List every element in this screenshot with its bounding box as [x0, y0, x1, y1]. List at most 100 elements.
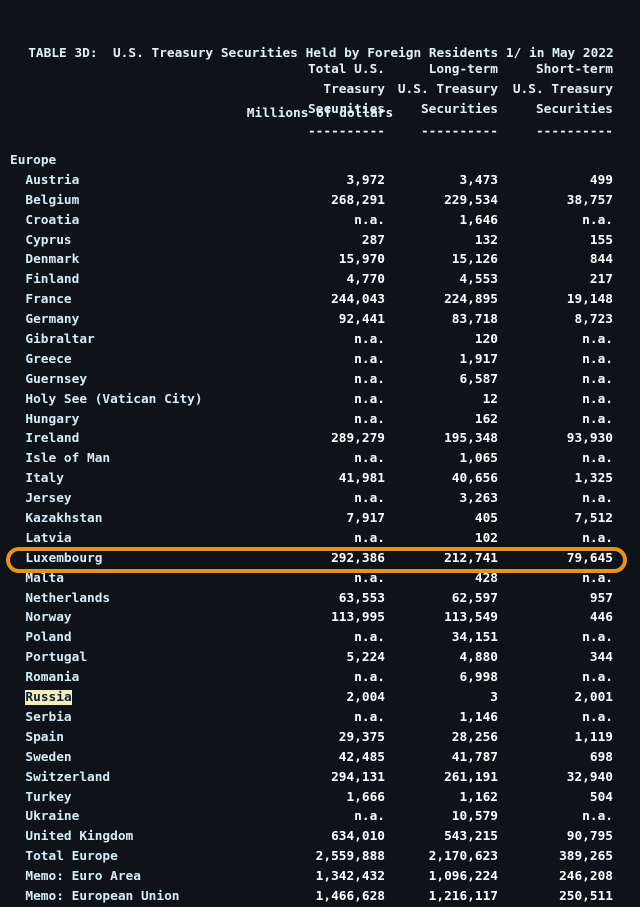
- table-row[interactable]: Italy 41,981 40,656 1,325: [0, 469, 640, 489]
- row-label[interactable]: Turkey: [10, 788, 71, 808]
- row-value-short_term: n.a.: [582, 391, 613, 407]
- table-row[interactable]: Finland 4,770 4,553 217: [0, 270, 640, 290]
- terminal-table-view: TABLE 3D: U.S. Treasury Securities Held …: [0, 0, 640, 904]
- row-label[interactable]: Portugal: [10, 648, 87, 668]
- column-header-short_term-line-2: U.S. Treasury: [512, 81, 613, 97]
- row-value-short_term: 844: [589, 252, 613, 268]
- table-row[interactable]: Austria 3,972 3,473 499: [0, 171, 640, 191]
- table-row[interactable]: Croatia n.a. 1,646 n.a.: [0, 211, 640, 231]
- row-label[interactable]: Total Europe: [10, 847, 117, 867]
- row-label[interactable]: Hungary: [10, 410, 79, 430]
- row-label[interactable]: Gibraltar: [10, 330, 94, 350]
- table-row[interactable]: Jersey n.a. 3,263 n.a.: [0, 489, 640, 509]
- table-row[interactable]: Ukraine n.a. 10,579 n.a.: [0, 807, 640, 827]
- row-value-short_term: 2,001: [574, 690, 613, 706]
- table-row[interactable]: Latvia n.a. 102 n.a.: [0, 529, 640, 549]
- row-label[interactable]: Belgium: [10, 191, 79, 211]
- row-label[interactable]: Sweden: [10, 748, 71, 768]
- row-label[interactable]: Malta: [10, 569, 64, 589]
- table-row[interactable]: Kazakhstan 7,917 405 7,512: [0, 509, 640, 529]
- row-label[interactable]: France: [10, 290, 71, 310]
- table-row[interactable]: Total Europe 2,559,888 2,170,623 389,265: [0, 847, 640, 867]
- table-row[interactable]: Serbia n.a. 1,146 n.a.: [0, 708, 640, 728]
- row-label[interactable]: Russia: [10, 688, 72, 708]
- table-row[interactable]: Netherlands 63,553 62,597 957: [0, 589, 640, 609]
- row-value-short_term: 1,119: [574, 729, 613, 745]
- row-value-short_term: 246,208: [559, 869, 613, 885]
- row-label[interactable]: Denmark: [10, 250, 79, 270]
- table-row[interactable]: Guernsey n.a. 6,587 n.a.: [0, 370, 640, 390]
- table-row[interactable]: France 244,043 224,895 19,148: [0, 290, 640, 310]
- row-value-short_term: 504: [589, 789, 613, 805]
- row-value-short_term: n.a.: [582, 351, 613, 367]
- table-row[interactable]: Belgium 268,291 229,534 38,757: [0, 191, 640, 211]
- row-value-short_term: n.a.: [582, 212, 613, 228]
- table-body: Europe Austria 3,972 3,473 499 Belgium 268,291…: [0, 151, 640, 907]
- table-row[interactable]: United Kingdom 634,010 543,215 90,795: [0, 827, 640, 847]
- column-header-short_term-line-1: Short-term: [535, 62, 613, 77]
- row-label[interactable]: Spain: [10, 728, 64, 748]
- row-label[interactable]: Croatia: [10, 211, 79, 231]
- column-header-row: Total U.S. Treasury Securities Long-term U.S…: [0, 60, 640, 120]
- row-label[interactable]: Isle of Man: [10, 449, 110, 469]
- row-value-short_term: 344: [589, 650, 613, 666]
- row-label[interactable]: Memo: Euro Area: [10, 867, 141, 887]
- table-row[interactable]: Romania n.a. 6,998 n.a.: [0, 668, 640, 688]
- table-row[interactable]: Russia 2,004 3 2,001: [0, 688, 640, 708]
- table-row[interactable]: Switzerland 294,131 261,191 32,940: [0, 768, 640, 788]
- row-value-short_term: n.a.: [582, 630, 613, 646]
- table-row[interactable]: Spain 29,375 28,256 1,119: [0, 728, 640, 748]
- table-row[interactable]: Portugal 5,224 4,880 344: [0, 648, 640, 668]
- row-value-short_term: n.a.: [582, 809, 613, 825]
- row-label[interactable]: Guernsey: [10, 370, 87, 390]
- table-row[interactable]: Germany 92,441 83,718 8,723: [0, 310, 640, 330]
- row-value-short_term: 389,265: [559, 849, 613, 865]
- table-row[interactable]: Ireland 289,279 195,348 93,930: [0, 429, 640, 449]
- row-label[interactable]: Luxembourg: [10, 549, 102, 569]
- row-label[interactable]: Jersey: [10, 489, 71, 509]
- table-row[interactable]: Gibraltar n.a. 120 n.a.: [0, 330, 640, 350]
- table-row[interactable]: Poland n.a. 34,151 n.a.: [0, 628, 640, 648]
- table-row[interactable]: Norway 113,995 113,549 446: [0, 608, 640, 628]
- row-value-short_term: n.a.: [582, 491, 613, 507]
- table-row[interactable]: Hungary n.a. 162 n.a.: [0, 410, 640, 430]
- row-label-selected-text[interactable]: Russia: [25, 690, 72, 706]
- table-row[interactable]: Greece n.a. 1,917 n.a.: [0, 350, 640, 370]
- table-row[interactable]: Europe: [0, 151, 640, 171]
- row-value-short_term: 446: [589, 610, 613, 626]
- row-label[interactable]: Ireland: [10, 429, 79, 449]
- row-label[interactable]: Ukraine: [10, 807, 79, 827]
- row-label[interactable]: Memo: European Union: [10, 887, 179, 907]
- row-label[interactable]: Holy See (Vatican City): [10, 390, 202, 410]
- row-label[interactable]: Serbia: [10, 708, 71, 728]
- row-label[interactable]: Romania: [10, 668, 79, 688]
- row-value-short_term: 79,645: [566, 550, 613, 566]
- row-value-short_term: n.a.: [582, 570, 613, 586]
- table-row[interactable]: Isle of Man n.a. 1,065 n.a.: [0, 449, 640, 469]
- table-row[interactable]: Denmark 15,970 15,126 844: [0, 250, 640, 270]
- row-label[interactable]: Kazakhstan: [10, 509, 102, 529]
- row-label[interactable]: Poland: [10, 628, 71, 648]
- row-value-short_term: 19,148: [566, 292, 613, 308]
- row-label[interactable]: Austria: [10, 171, 79, 191]
- row-label[interactable]: Netherlands: [10, 589, 110, 609]
- row-label[interactable]: United Kingdom: [10, 827, 133, 847]
- row-label[interactable]: Finland: [10, 270, 79, 290]
- table-row[interactable]: Memo: Euro Area 1,342,432 1,096,224 246,208: [0, 867, 640, 887]
- table-row[interactable]: Turkey 1,666 1,162 504: [0, 788, 640, 808]
- row-value-short_term: n.a.: [582, 332, 613, 348]
- table-row[interactable]: Cyprus 287 132 155: [0, 231, 640, 251]
- row-label[interactable]: Greece: [10, 350, 71, 370]
- table-row[interactable]: Holy See (Vatican City) n.a. 12 n.a.: [0, 390, 640, 410]
- row-label[interactable]: Latvia: [10, 529, 71, 549]
- table-row[interactable]: Sweden 42,485 41,787 698: [0, 748, 640, 768]
- row-label[interactable]: Italy: [10, 469, 64, 489]
- row-label[interactable]: Norway: [10, 608, 71, 628]
- row-label[interactable]: Cyprus: [10, 231, 71, 251]
- table-row[interactable]: Luxembourg 292,386 212,741 79,645: [0, 549, 640, 569]
- row-label[interactable]: Switzerland: [10, 768, 110, 788]
- table-row[interactable]: Malta n.a. 428 n.a.: [0, 569, 640, 589]
- row-label[interactable]: Germany: [10, 310, 79, 330]
- row-label[interactable]: Europe: [10, 151, 56, 171]
- table-row[interactable]: Memo: European Union 1,466,628 1,216,117 25…: [0, 887, 640, 907]
